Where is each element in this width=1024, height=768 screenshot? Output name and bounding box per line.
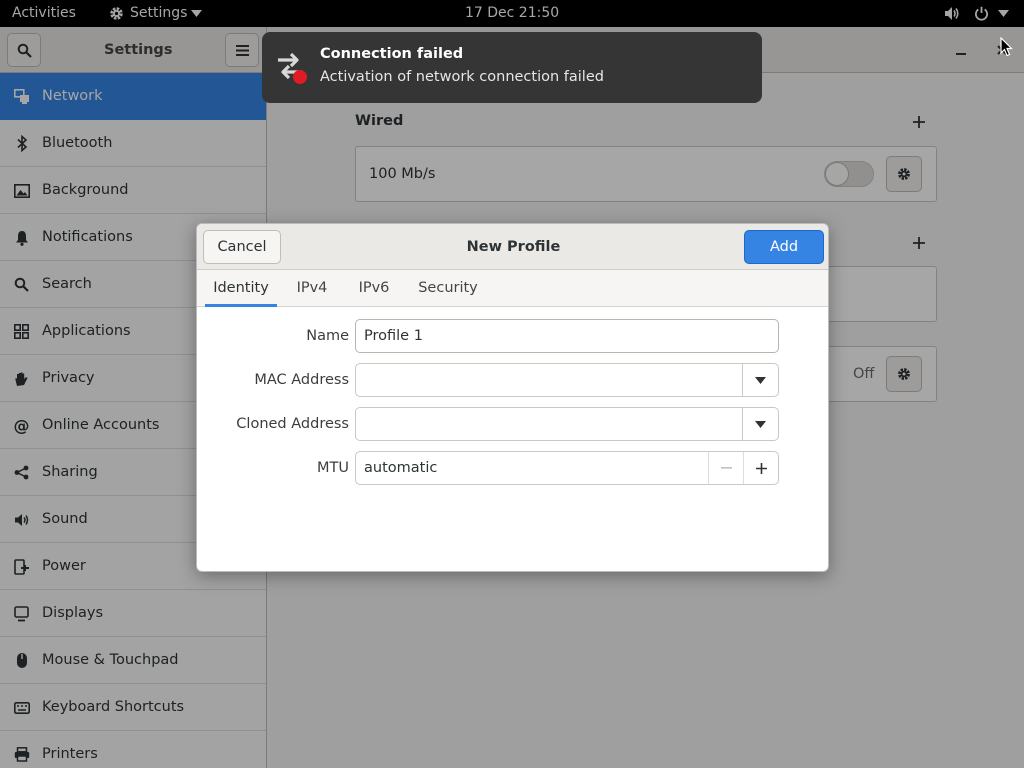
new-profile-dialog: Cancel New Profile Add Identity IPv4 IPv… [196,223,829,572]
notification-title: Connection failed [320,46,464,62]
mtu-spinbutton[interactable]: automatic [355,451,779,485]
mac-address-dropdown-button[interactable] [742,364,778,396]
plus-icon [755,462,767,474]
chevron-down-icon [755,420,766,428]
notification-banner[interactable]: Connection failed Activation of network … [262,32,762,103]
mtu-decrement-button[interactable] [708,452,743,484]
dialog-headerbar: Cancel New Profile Add [197,224,828,270]
dialog-title: New Profile [466,239,561,255]
minus-icon [720,467,732,469]
mtu-increment-button[interactable] [743,452,778,484]
tab-identity[interactable]: Identity [205,270,277,307]
mac-address-label: MAC Address [254,372,349,388]
mtu-value: automatic [364,460,438,476]
name-field[interactable]: Profile 1 [355,319,779,353]
notification-body: Activation of network connection failed [320,69,604,85]
tab-security[interactable]: Security [411,270,485,307]
dialog-tabs: Identity IPv4 IPv6 Security [197,270,828,307]
mtu-label: MTU [317,460,349,476]
add-button-label: Add [769,239,799,255]
cloned-address-dropdown-button[interactable] [742,408,778,440]
network-error-icon [278,52,307,84]
tab-ipv6[interactable]: IPv6 [347,270,401,307]
cloned-address-combobox[interactable] [355,407,779,441]
cloned-address-label: Cloned Address [236,416,349,432]
chevron-down-icon [755,376,766,384]
add-button[interactable]: Add [744,230,824,264]
name-label: Name [306,328,349,344]
mac-address-combobox[interactable] [355,363,779,397]
name-value: Profile 1 [364,328,423,344]
mouse-pointer-icon [1000,37,1013,57]
tab-ipv4[interactable]: IPv4 [285,270,339,307]
